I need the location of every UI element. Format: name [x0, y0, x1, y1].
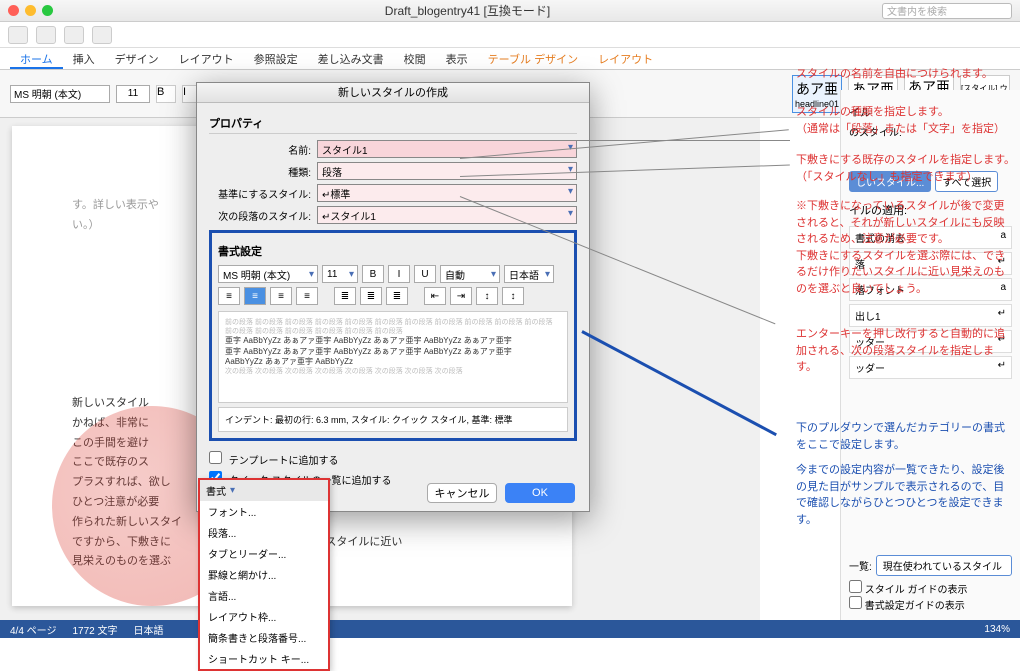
ok-button[interactable]: OK [505, 483, 575, 503]
format-guide-checkbox[interactable]: 書式設定ガイドの表示 [849, 601, 965, 612]
statusbar: 4/4 ページ 1772 文字 日本語 134% [0, 620, 1020, 638]
tab-review[interactable]: 校閲 [394, 48, 436, 69]
document-title: Draft_blogentry41 [互換モード] [59, 2, 876, 19]
tab-design[interactable]: デザイン [105, 48, 169, 69]
tab-references[interactable]: 参照設定 [244, 48, 308, 69]
align-left-button[interactable]: ≡ [218, 287, 240, 305]
undo-icon[interactable] [36, 26, 56, 44]
line-spacing-3-button[interactable]: ≣ [386, 287, 408, 305]
base-label: 基準にするスタイル: [209, 186, 317, 201]
style-guide-checkbox[interactable]: スタイル ガイドの表示 [849, 585, 968, 596]
tab-insert[interactable]: 挿入 [63, 48, 105, 69]
word-count[interactable]: 1772 文字 [72, 622, 117, 637]
font-size-selector[interactable]: 11 [116, 85, 150, 103]
line-spacing-2-button[interactable]: ≣ [360, 287, 382, 305]
annotation: 下敷きにする既存のスタイルを指定します。 （「スタイルなし」も指定できます） [796, 152, 1015, 185]
type-select[interactable]: 段落 [317, 162, 577, 180]
tab-home[interactable]: ホーム [10, 48, 63, 69]
fmt-underline-button[interactable]: U [414, 265, 436, 283]
para-before-button[interactable]: ↕ [476, 287, 498, 305]
list-filter-label: 一覧: [849, 558, 872, 573]
style-summary: インデント: 最初の行: 6.3 mm, スタイル: クイック スタイル, 基準… [218, 407, 568, 432]
format-settings-box: 書式設定 MS 明朝 (本文) 11 B I U 自動 日本語 ≡ ≡ ≡ ≡ … [209, 230, 577, 441]
fmt-font-select[interactable]: MS 明朝 (本文) [218, 265, 318, 283]
titlebar: Draft_blogentry41 [互換モード] 文書内を検索 [0, 0, 1020, 22]
zoom-window-icon[interactable] [42, 5, 53, 16]
list-filter-select[interactable]: 現在使われているスタイル [876, 555, 1012, 576]
fmt-italic-button[interactable]: I [388, 265, 410, 283]
next-label: 次の段落のスタイル: [209, 208, 317, 223]
print-icon[interactable] [92, 26, 112, 44]
format-dropdown-button[interactable]: 書式 [200, 480, 328, 501]
minimize-window-icon[interactable] [25, 5, 36, 16]
dropdown-item[interactable]: ショートカット キー... [200, 648, 328, 669]
align-justify-button[interactable]: ≡ [296, 287, 318, 305]
type-label: 種類: [209, 164, 317, 179]
dropdown-item[interactable]: 段落... [200, 522, 328, 543]
name-input[interactable]: スタイル1 [317, 140, 577, 158]
list-item[interactable]: 出し1↵ [849, 304, 1012, 327]
redo-icon[interactable] [64, 26, 84, 44]
new-style-dialog: 新しいスタイルの作成 プロパティ 名前:スタイル1 種類:段落 基準にするスタイ… [196, 82, 590, 512]
annotation: スタイルの種類を指定します。 （通常は「段落」または「文字」を指定） [796, 104, 1005, 137]
indent-dec-button[interactable]: ⇤ [424, 287, 446, 305]
page-counter[interactable]: 4/4 ページ [10, 622, 56, 637]
lead-line [460, 140, 790, 141]
quick-access-toolbar [0, 22, 1020, 48]
line-spacing-1-button[interactable]: ≣ [334, 287, 356, 305]
annotation: 下のプルダウンで選んだカテゴリーの書式をここで設定します。 [796, 420, 1014, 453]
bold-button[interactable]: B [156, 85, 176, 103]
annotation: 今までの設定内容が一覧できたり、設定後の見た目がサンプルで表示されるので、目で確… [796, 462, 1014, 528]
base-style-select[interactable]: ↵標準 [317, 184, 577, 202]
format-dropdown: 書式 フォント... 段落... タブとリーダー... 罫線と網かけ... 言語… [198, 478, 330, 671]
align-center-button[interactable]: ≡ [244, 287, 266, 305]
dialog-title: 新しいスタイルの作成 [197, 83, 589, 103]
para-after-button[interactable]: ↕ [502, 287, 524, 305]
fmt-color-select[interactable]: 自動 [440, 265, 500, 283]
font-selector[interactable]: MS 明朝 (本文) [10, 85, 110, 103]
dropdown-item[interactable]: レイアウト枠... [200, 606, 328, 627]
align-right-button[interactable]: ≡ [270, 287, 292, 305]
zoom-level[interactable]: 134% [984, 624, 1010, 635]
tab-layout[interactable]: レイアウト [169, 48, 244, 69]
save-icon[interactable] [8, 26, 28, 44]
tab-table-design[interactable]: テーブル デザイン [478, 48, 588, 69]
tab-mailings[interactable]: 差し込み文書 [308, 48, 394, 69]
fmt-lang-select[interactable]: 日本語 [504, 265, 554, 283]
dropdown-item[interactable]: 言語... [200, 585, 328, 606]
fmt-bold-button[interactable]: B [362, 265, 384, 283]
dropdown-item[interactable]: タブとリーダー... [200, 543, 328, 564]
language-indicator[interactable]: 日本語 [134, 622, 164, 637]
annotation: スタイルの名前を自由につけられます。 [796, 66, 993, 83]
style-preview: 前の段落 前の段落 前の段落 前の段落 前の段落 前の段落 前の段落 前の段落 … [218, 311, 568, 403]
indent-inc-button[interactable]: ⇥ [450, 287, 472, 305]
next-style-select[interactable]: ↵スタイル1 [317, 206, 577, 224]
cancel-button[interactable]: キャンセル [427, 483, 497, 503]
add-to-template-checkbox[interactable]: テンプレートに追加する [209, 449, 577, 469]
annotation: エンターキーを押し改行すると自動的に追加される、次の段落スタイルを指定します。 [796, 326, 1014, 376]
fmt-size-select[interactable]: 11 [322, 265, 358, 283]
annotation: ※下敷きになっているスタイルが後で変更されると、それが新しいスタイルにも反映され… [796, 198, 1014, 297]
close-window-icon[interactable] [8, 5, 19, 16]
dropdown-item[interactable]: 罫線と網かけ... [200, 564, 328, 585]
name-label: 名前: [209, 142, 317, 157]
section-property: プロパティ [209, 111, 577, 134]
search-input[interactable]: 文書内を検索 [882, 3, 1012, 19]
tab-table-layout[interactable]: レイアウト [588, 48, 663, 69]
dropdown-item[interactable]: フォント... [200, 501, 328, 522]
tab-view[interactable]: 表示 [436, 48, 478, 69]
section-format: 書式設定 [218, 239, 568, 261]
